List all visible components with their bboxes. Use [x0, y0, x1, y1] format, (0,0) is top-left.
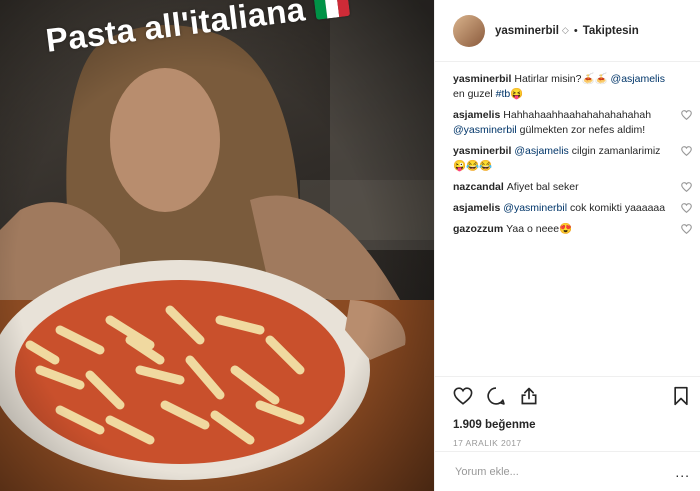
comment-username[interactable]: yasminerbil	[453, 73, 511, 85]
comment-username[interactable]: nazcandal	[453, 181, 504, 193]
comment-item: nazcandal Afiyet bal seker	[453, 180, 692, 195]
post-photo[interactable]: Pasta all'italiana	[0, 0, 434, 491]
comment-username[interactable]: asjamelis	[453, 109, 500, 121]
italy-flag-icon	[313, 0, 351, 20]
comment-like-heart-icon[interactable]	[681, 110, 692, 120]
comment-text: gülmekten zor nefes aldim!	[516, 124, 646, 136]
comment-like-heart-icon[interactable]	[681, 146, 692, 156]
add-comment-bar: ...	[435, 451, 700, 480]
avatar[interactable]	[453, 14, 485, 47]
comment-text: Yaa o neee😍	[506, 223, 573, 235]
flag-stripe-red	[335, 0, 351, 18]
header-username[interactable]: yasminerbil	[495, 25, 559, 37]
post-date[interactable]: 17 ARALIK 2017	[453, 438, 690, 448]
photo-illustration	[0, 0, 434, 491]
mention-link[interactable]: @yasminerbil	[453, 124, 517, 136]
more-options-button[interactable]: ...	[675, 464, 690, 480]
header-separator: •	[573, 24, 578, 37]
heart-icon[interactable]	[453, 387, 473, 405]
comment-icon[interactable]	[486, 386, 506, 406]
bookmark-icon[interactable]	[672, 386, 690, 406]
comment-like-heart-icon[interactable]	[681, 182, 692, 192]
comment-text: Afiyet bal seker	[506, 181, 579, 193]
mention-link[interactable]: @yasminerbil	[503, 202, 567, 214]
comment-item: yasminerbil @asjamelis cilgin zamanlarimi…	[453, 144, 692, 174]
hashtag-link[interactable]: #tb	[496, 88, 511, 100]
post-side-panel: yasminerbil ◇ • Takiptesin yasminerbil Ha…	[434, 0, 700, 491]
action-icons-row	[453, 385, 690, 407]
comment-list: yasminerbil Hatirlar misin?🍝🍝 @asjamelis …	[435, 62, 700, 237]
like-count[interactable]: 1.909 beğenme	[453, 419, 690, 431]
comment-text: en guzel	[453, 88, 496, 100]
comment-text: 😝	[510, 88, 524, 100]
comment-username[interactable]: yasminerbil	[453, 145, 511, 157]
post-header: yasminerbil ◇ • Takiptesin	[435, 0, 700, 62]
comment-username[interactable]: gazozzum	[453, 223, 503, 235]
share-icon[interactable]	[519, 386, 539, 406]
mention-link[interactable]: @asjamelis	[611, 73, 665, 85]
comment-item: asjamelis Hahhahaahhaahahahahahahah @yasm…	[453, 108, 692, 138]
comment-item: asjamelis @yasminerbil cok komikti yaaaaa…	[453, 201, 692, 216]
verified-badge-icon: ◇	[561, 25, 569, 35]
comment-username[interactable]: asjamelis	[453, 202, 500, 214]
comment-text: Hahhahaahhaahahahahahahah	[503, 109, 652, 121]
comment-text: Hatirlar misin?🍝🍝	[514, 73, 611, 85]
comment-input[interactable]	[453, 465, 657, 479]
mention-link[interactable]: @asjamelis	[514, 145, 568, 157]
instagram-post: Pasta all'italiana yasminerbil ◇ • Takip…	[0, 0, 700, 491]
comment-item: yasminerbil Hatirlar misin?🍝🍝 @asjamelis …	[453, 72, 690, 102]
comment-like-heart-icon[interactable]	[681, 224, 692, 234]
comment-item: gazozzum Yaa o neee😍	[453, 222, 692, 237]
action-bar: 1.909 beğenme 17 ARALIK 2017	[435, 376, 700, 448]
following-button[interactable]: Takiptesin	[583, 25, 639, 37]
comment-like-heart-icon[interactable]	[681, 203, 692, 213]
comment-text: cok komikti yaaaaaa	[567, 202, 666, 214]
